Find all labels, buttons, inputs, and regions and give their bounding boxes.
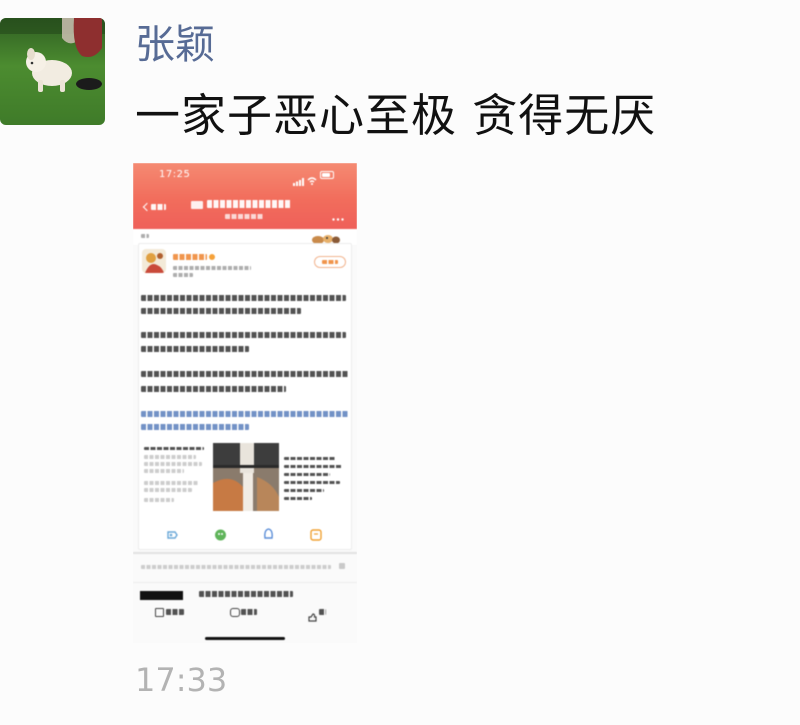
back-label-blurred[interactable] xyxy=(151,204,166,210)
divider xyxy=(133,552,357,554)
battery-level xyxy=(322,173,330,177)
blurred-text-line xyxy=(284,481,340,484)
blurred-text-line xyxy=(284,473,330,476)
comment-icon[interactable] xyxy=(230,608,240,617)
signal-icon xyxy=(293,171,305,190)
blurred-text-line xyxy=(141,346,249,352)
blurred-text-line xyxy=(141,295,346,301)
blurred-text-line xyxy=(284,457,336,460)
blurred-text-line xyxy=(199,591,293,597)
verified-badge-icon xyxy=(209,254,215,260)
strip-label-blurred xyxy=(141,234,149,238)
blurred-text-line xyxy=(144,447,204,450)
more-dots-icon[interactable] xyxy=(332,206,344,225)
title-logo-icon xyxy=(191,201,203,209)
screenshot-content: 17:25 xyxy=(133,163,357,643)
like-label-blurred[interactable] xyxy=(319,609,326,615)
weibo-author-name-blurred[interactable] xyxy=(173,254,207,260)
post-meta-2-blurred xyxy=(173,273,193,277)
blurred-text-line xyxy=(144,498,174,502)
blurred-hashtag-line[interactable] xyxy=(141,424,249,430)
home-indicator xyxy=(205,637,285,640)
blurred-text-line xyxy=(144,469,184,473)
header-title-blurred xyxy=(207,200,291,208)
share-wechat-icon[interactable] xyxy=(214,526,227,545)
avatar-photo xyxy=(0,18,105,125)
blurred-text-line xyxy=(141,332,346,338)
weibo-author-avatar[interactable] xyxy=(142,249,166,273)
divider xyxy=(133,582,357,583)
blurred-text-line xyxy=(284,465,342,468)
share-moments-icon[interactable] xyxy=(166,526,179,545)
post-text: 一家子恶心至极 贪得无厌 xyxy=(135,89,657,142)
post-photo-2[interactable] xyxy=(213,443,279,511)
blurred-hashtag-line[interactable] xyxy=(141,411,348,417)
author-name[interactable]: 张颖 xyxy=(135,20,215,70)
user-avatar[interactable] xyxy=(0,18,105,125)
post-image[interactable]: 17:25 xyxy=(133,163,357,643)
like-icon[interactable] xyxy=(308,607,317,626)
repost-label-blurred[interactable] xyxy=(166,609,184,615)
follow-label-blurred xyxy=(322,260,338,264)
post-timestamp: 17:33 xyxy=(135,661,228,699)
comment-label-blurred[interactable] xyxy=(241,609,257,615)
photo-thumbnail xyxy=(213,443,279,511)
wifi-icon xyxy=(307,170,317,189)
blurred-text-line xyxy=(141,308,301,314)
blurred-text-line xyxy=(144,488,192,492)
screenshot-status-time: 17:25 xyxy=(159,169,191,180)
header-subtitle-blurred xyxy=(225,214,263,219)
post-photo-3[interactable] xyxy=(281,443,349,511)
blurred-text-line xyxy=(141,371,348,377)
share-note-icon[interactable] xyxy=(310,526,322,545)
repost-icon[interactable] xyxy=(155,608,164,617)
blurred-text-line xyxy=(144,481,199,485)
blurred-text-line xyxy=(141,386,286,392)
blurred-text-line xyxy=(144,462,202,466)
redaction-bar xyxy=(140,591,183,600)
blurred-text-line xyxy=(284,489,324,492)
blurred-text-line xyxy=(144,455,196,459)
post-photo-1[interactable] xyxy=(141,443,211,511)
blurred-text-line xyxy=(141,565,331,569)
post-meta-blurred xyxy=(173,266,251,270)
blurred-text-line xyxy=(284,497,312,500)
battery-icon xyxy=(320,171,334,179)
close-icon[interactable] xyxy=(339,563,345,569)
follow-button[interactable] xyxy=(314,256,346,268)
share-qq-icon[interactable] xyxy=(262,525,275,544)
